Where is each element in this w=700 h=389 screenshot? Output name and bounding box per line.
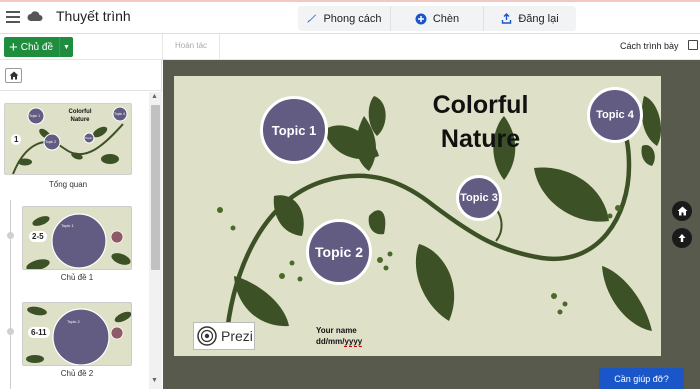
topic-3-circle[interactable]: Topic 3 [456, 175, 502, 221]
chapter-1-badge: 2-5 [29, 231, 47, 242]
app-title: Thuyết trình [56, 8, 131, 24]
prezi-logo-icon [197, 326, 217, 346]
tree-node [7, 328, 14, 335]
slide-title-line-1: Colorful [432, 91, 529, 119]
app-root: Thuyết trình Phong cách Chèn Đăng lại + … [0, 0, 700, 389]
share-icon [502, 13, 512, 24]
date-prefix: dd/mm/ [316, 337, 345, 346]
chapter-1-thumbnail[interactable]: Topic 1 2-5 [22, 206, 132, 270]
share-tab[interactable]: Đăng lại [484, 6, 576, 31]
overview-thumbnail[interactable]: Colorful Nature Topic 1 Topic 2 Topic 3 … [4, 103, 132, 175]
home-icon [677, 206, 687, 216]
undo-label: Hoàn tác [175, 41, 208, 50]
menu-icon[interactable] [6, 11, 20, 23]
toolbar-tabs: Phong cách Chèn Đăng lại [298, 6, 576, 31]
topic-4-circle[interactable]: Topic 4 [587, 87, 643, 143]
cloud-icon [27, 11, 43, 21]
present-button[interactable]: Cách trình bày [620, 41, 679, 51]
brush-icon [307, 14, 317, 23]
outline-scrollbar-thumb[interactable] [151, 105, 160, 270]
home-icon [9, 71, 18, 80]
add-topic-button[interactable]: + Chủ đề ▼ [4, 37, 73, 57]
chapter-1-caption: Chủ đề 1 [60, 273, 94, 282]
presenter-view-icon[interactable] [688, 40, 698, 50]
chapter-1-mini-topic: Topic 1 [61, 223, 74, 228]
chapter-2-thumbnail[interactable]: Topic 2 6-11 [22, 302, 132, 366]
outline-panel: Colorful Nature Topic 1 Topic 2 Topic 3 … [0, 60, 162, 389]
overview-mini-title: Colorful Nature [68, 109, 92, 123]
scroll-up-icon[interactable]: ▲ [151, 93, 158, 100]
author-name[interactable]: Your name [316, 326, 357, 335]
style-tab[interactable]: Phong cách [298, 6, 391, 31]
tree-node [7, 232, 14, 239]
overview-mini-topic-2: Topic 2 [45, 140, 57, 144]
slide-title-line-2: Nature [440, 125, 521, 153]
arrow-up-icon [678, 234, 686, 242]
help-button[interactable]: Cần giúp đỡ? [599, 368, 684, 389]
back-view-button[interactable] [672, 228, 692, 248]
share-tab-label: Đăng lại [518, 12, 559, 25]
outline-tree-line [10, 200, 11, 389]
slide-title[interactable]: Colorful Nature [403, 88, 558, 156]
topic-1-circle[interactable]: Topic 1 [260, 96, 328, 164]
undo-button[interactable]: Hoàn tác [162, 34, 220, 59]
chapter-2-caption: Chủ đề 2 [60, 369, 94, 378]
overview-caption: Tổng quan [48, 180, 88, 189]
panel-divider [0, 90, 162, 91]
overview-mini-topic-1: Topic 1 [29, 114, 41, 118]
insert-tab[interactable]: Chèn [391, 6, 484, 31]
overview-mini-topic-3: Topic 3 [85, 136, 95, 140]
scroll-down-icon[interactable]: ▼ [151, 377, 158, 384]
chevron-down-icon[interactable]: ▼ [59, 37, 73, 57]
home-view-button[interactable] [672, 201, 692, 221]
insert-tab-label: Chèn [432, 12, 460, 25]
chapter-2-mini-topic: Topic 2 [67, 319, 80, 324]
style-tab-label: Phong cách [323, 12, 382, 25]
prezi-logo: Prezi [193, 322, 255, 350]
date-year: yyyy [344, 337, 363, 347]
topic-2-circle[interactable]: Topic 2 [306, 219, 372, 285]
prezi-logo-text: Prezi [221, 328, 253, 344]
date-placeholder[interactable]: dd/mm/yyyy [316, 337, 363, 347]
home-button[interactable] [5, 68, 22, 83]
chapter-2-badge: 6-11 [28, 327, 50, 338]
plus-icon: + [9, 38, 18, 56]
add-topic-label: Chủ đề [20, 41, 54, 53]
overview-mini-topic-4: Topic 4 [114, 112, 126, 116]
plus-circle-icon [415, 13, 427, 24]
action-bar: + Chủ đề ▼ Hoàn tác Cách trình bày [0, 34, 700, 60]
top-bar: Thuyết trình Phong cách Chèn Đăng lại [0, 0, 700, 34]
